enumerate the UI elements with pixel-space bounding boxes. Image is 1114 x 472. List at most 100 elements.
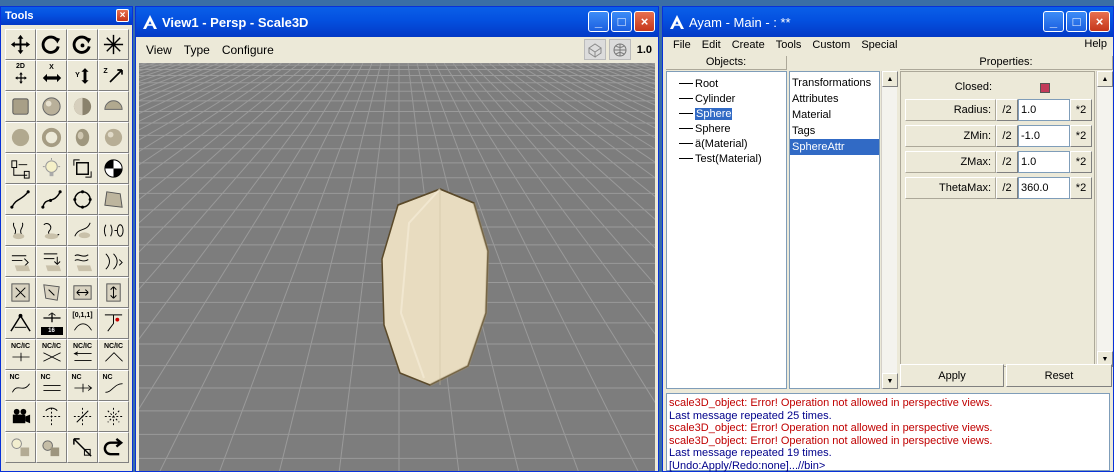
tree-item-sphere[interactable]: Sphere xyxy=(667,121,786,136)
menu-special[interactable]: Special xyxy=(859,38,899,52)
thetamax-double-button[interactable]: *2 xyxy=(1070,177,1092,199)
rotate-about-button[interactable] xyxy=(67,29,98,60)
close-icon[interactable]: × xyxy=(116,9,129,22)
zmin-double-button[interactable]: *2 xyxy=(1070,125,1092,147)
radius-input[interactable]: 1.0 xyxy=(1018,99,1070,121)
tree-item-cylinder[interactable]: Cylinder xyxy=(667,91,786,106)
nc-ic-2-button[interactable]: NC/IC xyxy=(36,339,67,370)
patch-button[interactable] xyxy=(98,184,129,215)
properties-scrollbar[interactable]: ▲ ▼ xyxy=(1096,71,1113,367)
thetamax-input[interactable]: 360.0 xyxy=(1018,177,1070,199)
zmax-input[interactable]: 1.0 xyxy=(1018,151,1070,173)
hyperboloid-button[interactable] xyxy=(98,122,129,153)
nc-ic-3-button[interactable]: NC/IC xyxy=(67,339,98,370)
gordon-button[interactable] xyxy=(36,246,67,277)
extrude-button[interactable] xyxy=(67,215,98,246)
apply-button[interactable]: Apply xyxy=(900,364,1004,387)
icurve-button[interactable] xyxy=(36,184,67,215)
nc-ic-1-button[interactable]: NC/IC xyxy=(5,339,36,370)
menu-create[interactable]: Create xyxy=(730,38,767,52)
3d-viewport[interactable] xyxy=(139,63,655,471)
property-list-scrollbar[interactable]: ▲ ▼ xyxy=(881,71,898,389)
level-button[interactable] xyxy=(5,153,36,184)
menu-view[interactable]: View xyxy=(144,42,174,58)
prop-transformations[interactable]: Transformations xyxy=(790,75,879,91)
tree-item-test-material[interactable]: Test(Material) xyxy=(667,151,786,166)
prop-attributes[interactable]: Attributes xyxy=(790,91,879,107)
refine-button[interactable] xyxy=(98,308,129,339)
scroll-up-icon[interactable]: ▲ xyxy=(882,71,898,87)
thetamax-half-button[interactable]: /2 xyxy=(996,177,1018,199)
tree-item-material[interactable]: ä(Material) xyxy=(667,136,786,151)
menu-configure[interactable]: Configure xyxy=(220,42,276,58)
nc-3-button[interactable]: NC xyxy=(67,370,98,401)
group-button[interactable] xyxy=(36,432,67,463)
menu-custom[interactable]: Custom xyxy=(810,38,852,52)
nc-4-button[interactable]: NC xyxy=(98,370,129,401)
light-button[interactable] xyxy=(36,153,67,184)
revolve-button[interactable] xyxy=(5,215,36,246)
tree-item-sphere-selected[interactable]: Sphere xyxy=(667,106,786,121)
maximize-icon[interactable]: □ xyxy=(1066,11,1087,32)
move-x-button[interactable]: X xyxy=(36,60,67,91)
circle-curve-button[interactable] xyxy=(67,184,98,215)
scale-3d-button[interactable] xyxy=(98,29,129,60)
main-titlebar[interactable]: Ayam - Main - : ** _ □ × xyxy=(663,7,1113,37)
scroll-up-icon[interactable]: ▲ xyxy=(1097,71,1113,87)
scale-2d-button[interactable] xyxy=(98,401,129,432)
light-object-button[interactable] xyxy=(5,432,36,463)
knot-vector-button[interactable]: [0,1,1] xyxy=(67,308,98,339)
radius-double-button[interactable]: *2 xyxy=(1070,99,1092,121)
sphere-button[interactable] xyxy=(36,91,67,122)
nc-ic-4-button[interactable]: NC/IC xyxy=(98,339,129,370)
box-button[interactable] xyxy=(5,91,36,122)
menu-help[interactable]: Help xyxy=(1082,37,1109,51)
console-prompt[interactable]: [Undo:Apply/Redo:none]...//bin> xyxy=(667,460,1109,472)
sweep-button[interactable] xyxy=(36,215,67,246)
skin-button[interactable] xyxy=(5,246,36,277)
paraboloid-button[interactable] xyxy=(67,122,98,153)
prop-tags[interactable]: Tags xyxy=(790,123,879,139)
closed-checkbox[interactable] xyxy=(1040,83,1050,93)
console-output[interactable]: scale3D_object: Error! Operation not all… xyxy=(666,393,1110,472)
move-z-button[interactable]: Z xyxy=(98,60,129,91)
tools-titlebar[interactable]: Tools × xyxy=(1,7,132,25)
zmax-half-button[interactable]: /2 xyxy=(996,151,1018,173)
select-points-button[interactable] xyxy=(5,277,36,308)
maximize-icon[interactable]: □ xyxy=(611,11,632,32)
scale-points-button[interactable] xyxy=(67,401,98,432)
move-2d-button[interactable]: 2D xyxy=(5,60,36,91)
scroll-down-icon[interactable]: ▼ xyxy=(882,373,898,389)
undo-button[interactable] xyxy=(98,432,129,463)
zmin-half-button[interactable]: /2 xyxy=(996,125,1018,147)
sphere-object[interactable] xyxy=(381,188,490,387)
bevel-button[interactable] xyxy=(67,246,98,277)
tree-item-root[interactable]: Root xyxy=(667,76,786,91)
zmin-input[interactable]: -1.0 xyxy=(1018,125,1070,147)
nurbs-curve-button[interactable] xyxy=(5,184,36,215)
tag-points-button[interactable] xyxy=(36,277,67,308)
cap-button[interactable] xyxy=(98,246,129,277)
hemisphere-button[interactable] xyxy=(98,91,129,122)
reset-button[interactable]: Reset xyxy=(1006,364,1112,387)
nc-1-button[interactable]: NC xyxy=(5,370,36,401)
radius-half-button[interactable]: /2 xyxy=(996,99,1018,121)
rotate-points-button[interactable] xyxy=(36,401,67,432)
menu-tools[interactable]: Tools xyxy=(774,38,804,52)
knots-button[interactable]: 16 xyxy=(36,308,67,339)
insert-point-button[interactable] xyxy=(5,308,36,339)
nc-2-button[interactable]: NC xyxy=(36,370,67,401)
prop-sphereattr[interactable]: SphereAttr xyxy=(790,139,879,155)
menu-type[interactable]: Type xyxy=(182,42,212,58)
close-icon[interactable]: × xyxy=(634,11,655,32)
show-button[interactable] xyxy=(98,277,129,308)
camera-button[interactable] xyxy=(67,153,98,184)
close-icon[interactable]: × xyxy=(1089,11,1110,32)
rotate-tool-button[interactable] xyxy=(36,29,67,60)
minimize-icon[interactable]: _ xyxy=(1043,11,1064,32)
birail-button[interactable] xyxy=(98,215,129,246)
menu-file[interactable]: File xyxy=(671,38,693,52)
move-tool-button[interactable] xyxy=(5,29,36,60)
menu-edit[interactable]: Edit xyxy=(700,38,723,52)
drawing-mode-button[interactable] xyxy=(608,39,631,60)
